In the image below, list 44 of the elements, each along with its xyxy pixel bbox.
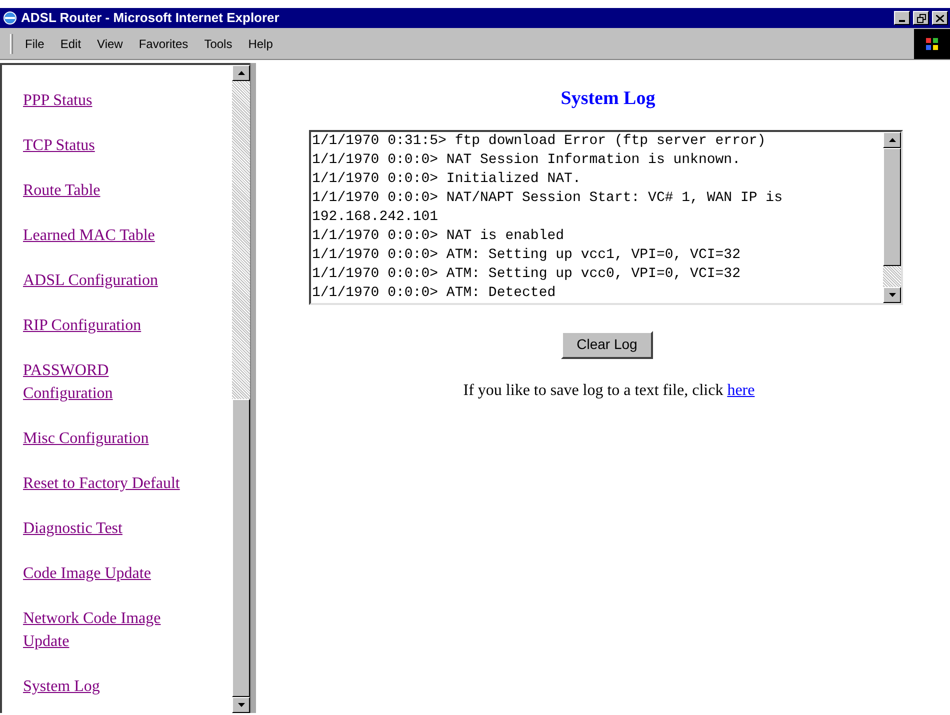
minimize-icon <box>899 20 905 22</box>
sidebar-link[interactable]: Route Table <box>23 179 188 202</box>
logo-icon <box>914 28 950 58</box>
sidebar-link[interactable]: ADSL Configuration <box>23 269 188 292</box>
sidebar-link[interactable]: RIP Configuration <box>23 314 188 337</box>
scroll-thumb[interactable] <box>883 148 901 266</box>
page-heading: System Log <box>560 87 656 111</box>
scroll-up-button[interactable] <box>883 132 901 148</box>
scroll-down-button[interactable] <box>232 697 250 713</box>
sidebar-link[interactable]: Code Image Update <box>23 562 188 585</box>
restore-button[interactable] <box>913 11 929 25</box>
browser-icon <box>2 10 18 26</box>
scroll-up-button[interactable] <box>232 65 250 81</box>
menu-item[interactable]: Edit <box>54 34 88 52</box>
log-box[interactable] <box>309 130 903 304</box>
up-arrow-icon <box>238 71 244 75</box>
up-arrow-icon <box>888 138 896 142</box>
sidebar-link[interactable]: Diagnostic Test <box>23 517 188 540</box>
sidebar-link[interactable]: Reset to Factory Default <box>23 472 188 495</box>
log-text: 1/1/1970 0:31:5> ftp download Error (ftp server error) 1/1/1970 0:0:0> NAT Session Information is unknown. 1/1/1970 0:0:0> Initialized NAT. 1/1/1970 0:0:0> NAT/NAPT Session Start: VC# 1, WAN IP is 192.168.242.101 1/1/1970 0:0:0> NAT is enabled 1/1/1970 0:0:0> ATM: Setting up vcc1, VPI=0, VCI=32 1/1/1970 0:0:0> ATM: Setting up vcc0, VPI=0, VCI=32 1/1/1970 0:0:0> ATM: Detected <box>311 132 784 302</box>
close-icon <box>936 14 944 22</box>
sidebar-link[interactable]: Misc Configuration <box>23 427 188 450</box>
sidebar-link[interactable]: Learned MAC Table <box>23 224 188 247</box>
sidebar-link[interactable]: System Log <box>23 675 188 698</box>
scroll-down-button[interactable] <box>883 286 901 302</box>
menu-item[interactable]: Tools <box>198 34 238 52</box>
menu-item[interactable]: Favorites <box>132 34 194 52</box>
sidebar-link[interactable]: TCP Status <box>23 134 188 157</box>
window-title: ADSL Router - Microsoft Internet Explorer <box>21 9 280 28</box>
minimize-button[interactable] <box>894 11 910 25</box>
here-link[interactable]: here <box>727 378 755 402</box>
sidebar-link[interactable]: Network Code Image Update <box>23 607 188 653</box>
menu-item[interactable]: File <box>19 34 50 52</box>
down-arrow-icon <box>238 703 244 707</box>
close-button[interactable] <box>932 11 948 25</box>
sidebar-link[interactable]: PPP Status <box>23 89 188 112</box>
restore-icon <box>916 14 926 22</box>
menu-item[interactable]: View <box>91 34 129 52</box>
save-instruction: If you like to save log to a text file, click <box>463 380 724 400</box>
clear-log-button[interactable]: Clear Log <box>560 330 654 358</box>
sidebar-link[interactable]: PASSWORD Configuration <box>23 359 188 405</box>
down-arrow-icon <box>888 292 896 296</box>
menu-item[interactable]: Help <box>242 34 279 52</box>
scroll-thumb[interactable] <box>232 399 250 697</box>
